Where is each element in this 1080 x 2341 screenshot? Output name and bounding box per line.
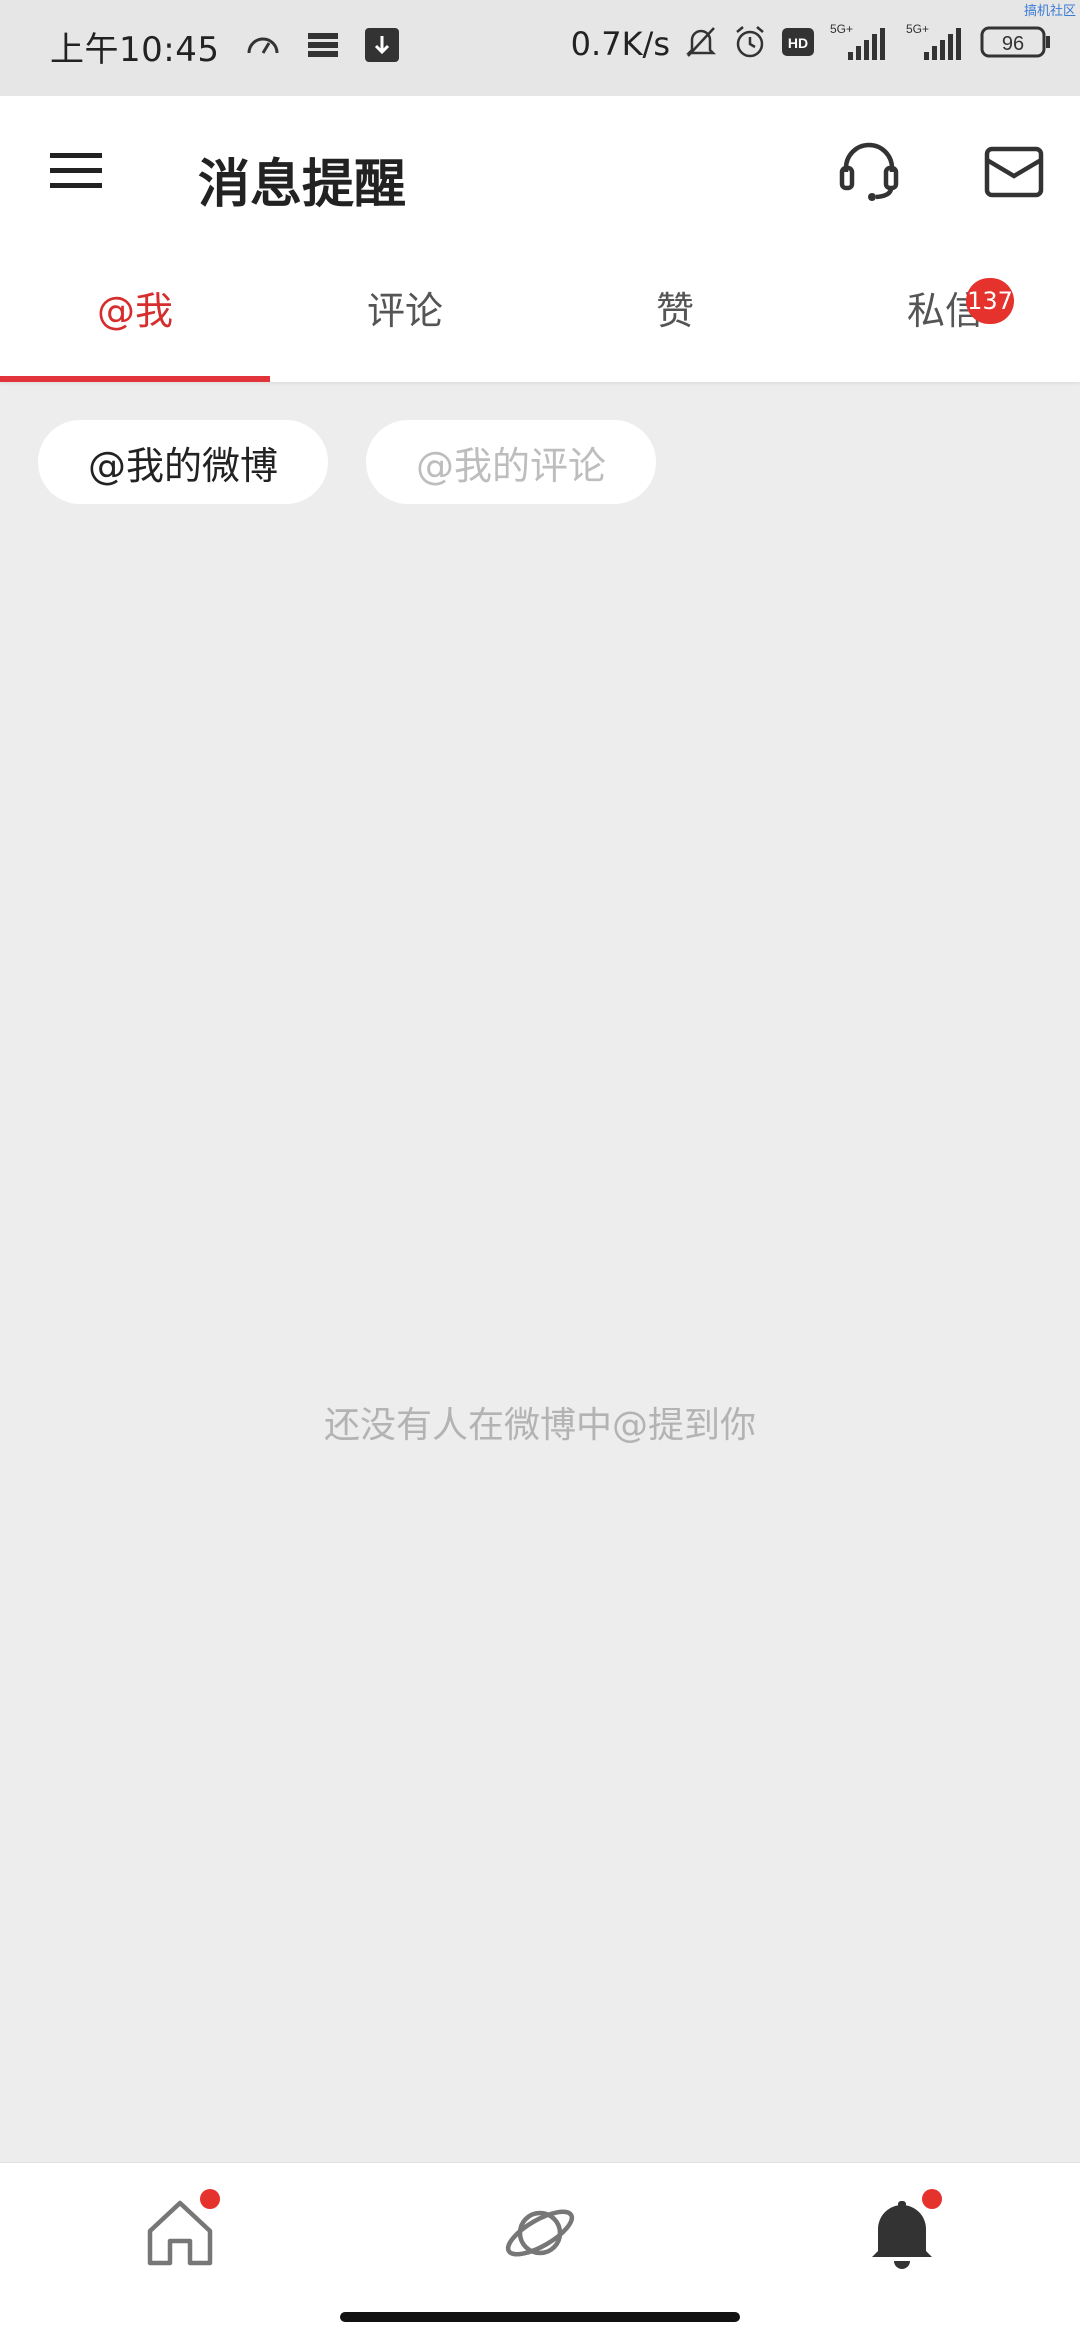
status-time: 上午10:45 [50,30,220,70]
svg-text:5G+: 5G+ [830,22,853,36]
svg-text:HD: HD [788,35,808,51]
hd-icon: HD [782,28,814,60]
tab-active-indicator [0,376,270,382]
tab-private-messages[interactable]: 私信 [810,246,1080,382]
filter-chips: @我的微博 @我的评论 [38,420,656,504]
network-speed: 0.7K/s [570,25,670,63]
tab-mentions[interactable]: @我 [0,246,270,382]
envelope-icon [984,146,1044,198]
compose-message-button[interactable] [984,146,1044,198]
nav-home-button[interactable] [140,2189,220,2273]
notification-dot [200,2189,220,2209]
speedometer-icon [245,33,281,61]
tab-label: @我 [96,288,173,333]
unread-badge: 137 [966,278,1014,324]
alarm-icon [732,24,768,64]
notification-dot [922,2189,942,2209]
menu-button[interactable] [50,151,102,191]
tab-label: 评论 [366,288,443,333]
app-bar: 消息提醒 [0,96,1080,246]
menu-icon [50,153,102,188]
signal-icon: 5G+ [904,22,966,66]
download-icon [365,27,400,66]
empty-state-message: 还没有人在微博中@提到你 [323,1405,756,1446]
nav-discover-button[interactable] [500,2193,580,2273]
customer-service-button[interactable] [838,140,900,202]
tab-likes[interactable]: 赞 [540,246,810,382]
signal-icon: 5G+ [828,22,890,66]
tab-bar: @我 评论 赞 私信 [0,246,1080,382]
svg-text:96: 96 [1002,33,1024,55]
filter-my-weibo-chip[interactable]: @我的微博 [38,420,328,504]
tab-comments[interactable]: 评论 [270,246,540,382]
planet-icon [505,2209,575,2257]
nav-notifications-button[interactable] [862,2189,942,2273]
battery-icon: 96 [980,25,1052,63]
tab-label: 赞 [655,288,694,333]
mute-bell-icon [684,24,718,64]
page-title: 消息提醒 [198,155,407,215]
status-bar: 上午10:45 0.7K/s HD 5G+ 5G+ 96 搞机社区 [0,0,1080,96]
headset-icon [839,142,899,201]
watermark: 搞机社区 [1023,4,1076,19]
storage-icon [307,31,339,63]
svg-text:5G+: 5G+ [906,22,929,36]
home-indicator[interactable] [340,2312,740,2322]
filter-my-comments-chip[interactable]: @我的评论 [366,420,656,504]
